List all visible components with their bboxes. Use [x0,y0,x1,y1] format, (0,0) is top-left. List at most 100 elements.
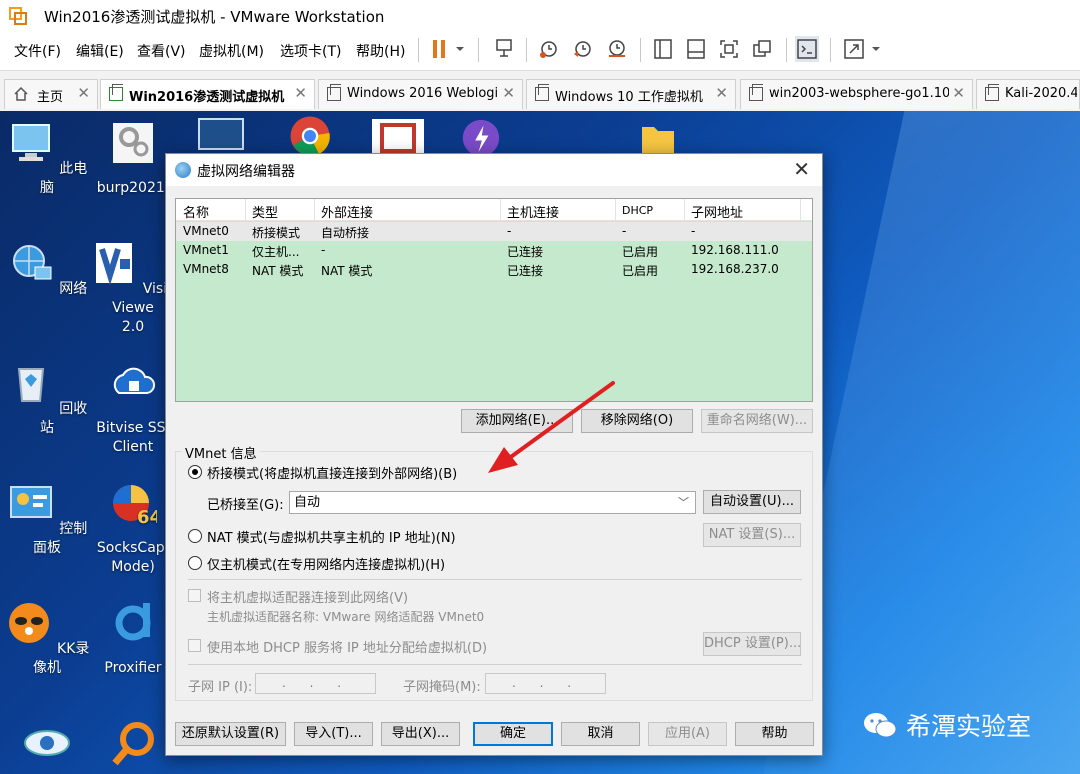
subnet-ip-field[interactable]: . . . [255,673,376,694]
cell-host: 已连接 [507,245,544,259]
add-network-button[interactable]: 添加网络(E)... [461,409,573,433]
stamp-app-icon [372,119,424,157]
menu-vm[interactable]: 虚拟机(M) [199,41,264,61]
table-row[interactable]: VMnet8 NAT 模式 NAT 模式 已连接 已启用 192.168.237… [176,260,812,279]
column-divider[interactable] [245,199,246,221]
pause-icon[interactable] [428,36,452,62]
desktop-icon-network[interactable]: 网络 [2,239,92,299]
desktop-icon-label: Bitvise SSI Client [96,420,170,455]
menu-tabs[interactable]: 选项卡(T) [280,41,341,61]
column-divider[interactable] [314,199,315,221]
host-only-radio[interactable] [188,556,202,570]
subnet-mask-label: 子网掩码(M): [403,680,481,695]
toolbar-separator [418,38,419,62]
magnifier-icon [112,722,154,766]
tab-windows10[interactable]: Windows 10 工作虚拟机 ✕ [526,79,736,109]
column-header[interactable]: 主机连接 [507,202,559,221]
cell-type: 桥接模式 [252,226,301,240]
close-icon[interactable]: ✕ [502,84,515,102]
rename-network-button[interactable]: 重命名网络(W)... [701,409,813,433]
column-divider[interactable] [500,199,501,221]
column-divider[interactable] [615,199,616,221]
tab-win2016[interactable]: Win2016渗透测试虚拟机 ✕ [100,79,315,109]
tab-kali[interactable]: Kali-2020.4 [976,79,1080,109]
menu-help[interactable]: 帮助(H) [356,41,405,61]
tab-label: Win2016渗透测试虚拟机 [129,90,285,105]
tab-label: Windows 2016 Weblogic [347,86,497,101]
snapshot-manager-icon[interactable] [605,36,629,62]
control-panel-icon [9,486,52,518]
column-header[interactable]: 类型 [252,202,278,221]
cell-dhcp: 已启用 [622,264,659,278]
vm-icon [535,84,549,101]
column-header[interactable]: DHCP [622,204,653,217]
nat-settings-button[interactable]: NAT 设置(S)... [703,523,801,547]
subnet-ip-label: 子网 IP (I): [188,680,253,695]
dhcp-checkbox[interactable] [188,639,201,652]
close-icon[interactable]: ✕ [793,157,810,181]
nat-mode-radio[interactable] [188,529,202,543]
stretch-guest-icon[interactable] [842,36,866,62]
chevron-down-icon[interactable] [868,36,884,62]
dhcp-settings-button[interactable]: DHCP 设置(P)... [703,632,801,656]
connect-adapter-label[interactable]: 将主机虚拟适配器连接到此网络(V) [207,587,408,606]
snapshot-icon[interactable] [537,36,561,62]
thumbnail-bar-icon[interactable] [684,36,708,62]
subnet-mask-field[interactable]: . . . [485,673,606,694]
menu-file[interactable]: 文件(F) [14,41,61,61]
vm-icon [327,84,341,101]
nat-mode-label[interactable]: NAT 模式(与虚拟机共享主机的 IP 地址)(N) [207,527,456,546]
connect-adapter-checkbox[interactable] [188,589,201,602]
desktop-icon-this-pc[interactable]: 此电脑 [2,119,92,198]
revert-snapshot-icon[interactable] [571,36,595,62]
tab-home[interactable]: 主页 ✕ [4,79,98,109]
close-icon[interactable]: ✕ [715,84,728,102]
chevron-down-icon[interactable] [452,36,468,62]
export-button[interactable]: 导出(X)... [381,722,460,746]
bridged-to-select[interactable]: 自动 ﹀ [289,491,696,514]
menu-edit[interactable]: 编辑(E) [76,41,124,61]
toolbar-separator [640,38,641,62]
column-header[interactable]: 名称 [183,202,209,221]
group-title: VMnet 信息 [182,443,260,462]
cell-host: 已连接 [507,264,544,278]
tab-label: win2003-websphere-go1.10.8-... [769,86,949,101]
column-divider[interactable] [684,199,685,221]
bridge-mode-radio[interactable] [188,465,202,479]
import-button[interactable]: 导入(T)... [294,722,373,746]
help-button[interactable]: 帮助 [735,722,814,746]
cancel-button[interactable]: 取消 [561,722,640,746]
desktop-icon-control-panel[interactable]: 控制面板 [2,479,92,558]
monitor-icon [198,118,244,150]
apply-button[interactable]: 应用(A) [648,722,727,746]
column-header[interactable]: 子网地址 [691,202,743,221]
unity-icon[interactable] [750,36,774,62]
dhcp-label[interactable]: 使用本地 DHCP 服务将 IP 地址分配给虚拟机(D) [207,637,487,656]
tab-win2003[interactable]: win2003-websphere-go1.10.8-... ✕ [740,79,973,109]
console-view-icon[interactable] [795,36,819,62]
cell-subnet: - [691,224,696,238]
close-icon[interactable]: ✕ [952,84,965,102]
close-icon[interactable]: ✕ [294,84,307,102]
table-row[interactable]: VMnet1 仅主机... - 已连接 已启用 192.168.111.0 [176,241,812,260]
close-icon[interactable]: ✕ [77,84,90,102]
vmware-app-icon [9,7,27,25]
desktop-icon-recycle-bin[interactable]: 回收站 [2,359,92,438]
restore-defaults-button[interactable]: 还原默认设置(R) [175,722,286,746]
column-header[interactable]: 外部连接 [321,202,373,221]
host-only-label[interactable]: 仅主机模式(在专用网络内连接虚拟机)(H) [207,554,445,573]
bridge-mode-label[interactable]: 桥接模式(将虚拟机直接连接到外部网络)(B) [207,463,457,482]
desktop-icon-kk-recorder[interactable]: KK录像机 [2,599,92,678]
tab-weblogic[interactable]: Windows 2016 Weblogic ✕ [318,79,523,109]
ok-button[interactable]: 确定 [473,722,553,746]
column-divider[interactable] [800,199,801,221]
menu-view[interactable]: 查看(V) [137,41,186,61]
auto-settings-button[interactable]: 自动设置(U)... [703,490,801,514]
cell-type: 仅主机... [252,245,300,259]
fullscreen-icon[interactable] [717,36,741,62]
send-keys-icon[interactable] [492,36,516,62]
desktop-icon-eye[interactable] [2,719,92,774]
table-row[interactable]: VMnet0 桥接模式 自动桥接 - - - [176,222,812,241]
remove-network-button[interactable]: 移除网络(O) [581,409,693,433]
sidebar-view-icon[interactable] [651,36,675,62]
